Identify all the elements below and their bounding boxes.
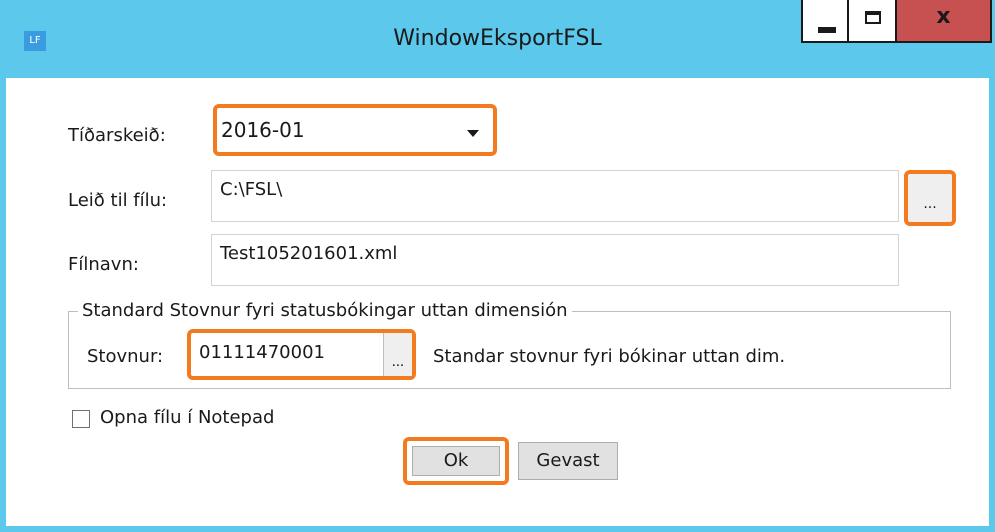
ok-button[interactable]: Ok <box>412 446 500 476</box>
stovnur-value: 01111470001 <box>199 342 325 363</box>
filename-input[interactable]: Test105201601.xml <box>211 234 899 286</box>
browse-label: ... <box>923 196 937 212</box>
path-browse-button[interactable]: ... <box>904 170 956 226</box>
period-dropdown[interactable]: 2016-01 <box>213 104 497 156</box>
open-notepad-label[interactable]: Opna fílu í Notepad <box>100 407 274 428</box>
title-bar[interactable]: LF WindowEksportFSL x <box>0 0 995 78</box>
maximize-icon <box>865 11 881 24</box>
export-window: LF WindowEksportFSL x Tíðarskeið: 2016-0… <box>0 0 995 532</box>
cancel-button[interactable]: Gevast <box>518 442 618 480</box>
chevron-down-icon <box>467 130 479 137</box>
open-notepad-checkbox[interactable] <box>72 410 90 428</box>
stovnur-input[interactable]: 01111470001 ... <box>187 329 416 380</box>
filename-label: Fílnavn: <box>68 254 139 275</box>
stovnur-description: Standar stovnur fyri bókinar uttan dim. <box>433 346 786 367</box>
ok-button-highlight: Ok <box>403 437 509 485</box>
path-label: Leið til fílu: <box>68 190 168 211</box>
minimize-icon <box>818 27 836 33</box>
minimize-button[interactable] <box>801 0 849 43</box>
close-icon: x <box>936 4 951 29</box>
period-label: Tíðarskeið: <box>68 125 166 146</box>
maximize-button[interactable] <box>849 0 897 43</box>
filename-value: Test105201601.xml <box>220 243 398 264</box>
stovnur-browse-button[interactable]: ... <box>384 333 412 376</box>
path-input[interactable]: C:\FSL\ <box>211 170 899 222</box>
period-value: 2016-01 <box>221 118 305 142</box>
stovnur-browse-label: ... <box>391 355 405 370</box>
stovnur-label: Stovnur: <box>87 346 164 367</box>
group-legend: Standard Stovnur fyri statusbókingar utt… <box>78 300 572 321</box>
close-button[interactable]: x <box>897 0 992 43</box>
path-value: C:\FSL\ <box>220 179 283 200</box>
